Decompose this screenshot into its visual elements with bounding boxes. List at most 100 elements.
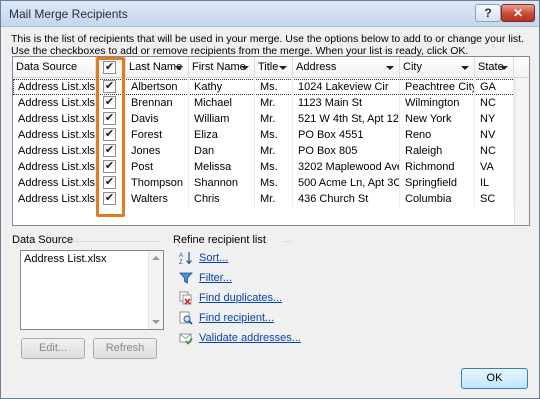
data-source-scrollbar[interactable]	[148, 251, 163, 329]
table-row[interactable]: Address List.xlsx Brennan Michael Mr. 1123 M…	[13, 95, 529, 111]
mail-merge-recipients-dialog: Mail Merge Recipients ? ✕ This is the li…	[0, 0, 540, 399]
recipient-checkbox[interactable]: ✔	[103, 112, 116, 125]
cell-last-name: Forest	[126, 127, 189, 143]
data-source-list[interactable]: Address List.xlsx	[20, 250, 164, 330]
cell-data-source: Address List.xlsx	[13, 191, 96, 207]
cell-first-name: William	[189, 111, 255, 127]
recipient-checkbox[interactable]: ✔	[103, 176, 116, 189]
cell-first-name: Melissa	[189, 159, 255, 175]
divider	[73, 241, 161, 242]
instructions-text: This is the list of recipients that will…	[11, 33, 525, 57]
table-row[interactable]: Address List.xlsx Walters Chris Mr. 436 Chur…	[13, 191, 529, 207]
dropdown-arrow-icon[interactable]	[175, 66, 183, 70]
select-all-checkbox[interactable]: ✔	[103, 61, 116, 74]
cell-first-name: Michael	[189, 95, 255, 111]
data-source-list-item[interactable]: Address List.xlsx	[24, 253, 107, 265]
cell-title: Ms.	[255, 127, 293, 143]
table-row[interactable]: Address List.xlsx Davis William Mr. 521 W 4t…	[13, 111, 529, 127]
edit-button[interactable]: Edit...	[21, 338, 85, 359]
cell-title: Mr.	[255, 191, 293, 207]
find-recipient-icon	[179, 311, 193, 325]
dropdown-arrow-icon[interactable]	[386, 66, 394, 70]
cell-title: Ms.	[255, 79, 293, 95]
cell-last-name: Thompson	[126, 175, 189, 191]
dropdown-arrow-icon[interactable]	[500, 66, 508, 70]
dropdown-arrow-icon[interactable]	[279, 66, 287, 70]
recipient-checkbox[interactable]: ✔	[103, 80, 116, 93]
table-row[interactable]: Address List.xlsx Thompson Shannon Ms. 500 A…	[13, 175, 529, 191]
recipient-checkbox[interactable]: ✔	[103, 160, 116, 173]
cell-city: Wilmington	[400, 95, 475, 111]
cell-last-name: Albertson	[126, 79, 189, 95]
cell-address: 521 W 4th St, Apt 121	[293, 111, 400, 127]
cell-state: NV	[475, 127, 514, 143]
cell-data-source: Address List.xlsx	[13, 143, 96, 159]
column-header-last-name[interactable]: Last Name	[126, 57, 189, 78]
column-header-first-name[interactable]: First Name	[189, 57, 255, 78]
cell-data-source: Address List.xlsx	[13, 159, 96, 175]
cell-data-source: Address List.xlsx	[13, 95, 96, 111]
column-header-city[interactable]: City	[400, 57, 475, 78]
cell-data-source: Address List.xlsx	[13, 111, 96, 127]
grid-scrollbar[interactable]	[514, 78, 529, 225]
cell-first-name: Eliza	[189, 127, 255, 143]
cell-state: NC	[475, 143, 514, 159]
cell-address: 1024 Lakeview Cir	[293, 79, 400, 95]
cell-first-name: Shannon	[189, 175, 255, 191]
cell-last-name: Brennan	[126, 95, 189, 111]
column-header-select-all[interactable]: ✔	[96, 57, 126, 78]
ok-button[interactable]: OK	[461, 368, 528, 389]
scroll-up-icon[interactable]	[152, 256, 160, 260]
recipient-checkbox[interactable]: ✔	[103, 144, 116, 157]
scroll-down-icon[interactable]	[152, 320, 160, 324]
close-button[interactable]: ✕	[501, 4, 535, 22]
recipient-checkbox[interactable]: ✔	[103, 96, 116, 109]
find-recipient-link[interactable]: Find recipient...	[199, 312, 274, 324]
cell-title: Ms.	[255, 159, 293, 175]
cell-first-name: Chris	[189, 191, 255, 207]
dropdown-arrow-icon[interactable]	[461, 66, 469, 70]
cell-state: IL	[475, 175, 514, 191]
cell-address: 1123 Main St	[293, 95, 400, 111]
find-duplicates-icon	[179, 291, 192, 305]
column-header-state[interactable]: State	[475, 57, 514, 78]
svg-text:A: A	[179, 253, 183, 259]
table-row[interactable]: Address List.xlsx Post Melissa Ms. 3202 Mapl…	[13, 159, 529, 175]
divider	[284, 241, 291, 242]
cell-city: Springfield	[400, 175, 475, 191]
cell-last-name: Jones	[126, 143, 189, 159]
data-source-label: Data Source	[12, 234, 74, 246]
recipient-checkbox[interactable]: ✔	[103, 192, 116, 205]
column-header-title[interactable]: Title	[255, 57, 293, 78]
dialog-title: Mail Merge Recipients	[9, 7, 128, 21]
column-header-data-source[interactable]: Data Source	[13, 57, 96, 78]
dropdown-arrow-icon[interactable]	[241, 66, 249, 70]
cell-city: Columbia	[400, 191, 475, 207]
cell-address: PO Box 805	[293, 143, 400, 159]
cell-address: 436 Church St	[293, 191, 400, 207]
recipient-checkbox[interactable]: ✔	[103, 128, 116, 141]
cell-data-source: Address List.xlsx	[13, 127, 96, 143]
filter-link[interactable]: Filter...	[199, 272, 232, 284]
sort-link[interactable]: Sort...	[199, 252, 228, 264]
cell-first-name: Dan	[189, 143, 255, 159]
validate-addresses-icon	[179, 333, 193, 345]
recipients-grid: Data Source ✔ Last Name First Name Title…	[12, 56, 530, 226]
validate-addresses-link[interactable]: Validate addresses...	[199, 332, 301, 344]
cell-city: Peachtree City	[400, 79, 475, 95]
cell-last-name: Davis	[126, 111, 189, 127]
refresh-button[interactable]: Refresh	[93, 338, 157, 359]
cell-title: Mr.	[255, 95, 293, 111]
cell-last-name: Walters	[126, 191, 189, 207]
cell-title: Ms.	[255, 175, 293, 191]
cell-city: New York	[400, 111, 475, 127]
cell-state: NC	[475, 95, 514, 111]
help-button[interactable]: ?	[475, 4, 501, 22]
table-row[interactable]: Address List.xlsx Albertson Kathy Ms. 1024 L…	[13, 79, 529, 95]
find-duplicates-link[interactable]: Find duplicates...	[199, 292, 282, 304]
table-row[interactable]: Address List.xlsx Forest Eliza Ms. PO Box 45…	[13, 127, 529, 143]
column-header-address[interactable]: Address	[293, 57, 400, 78]
cell-title: Mr.	[255, 111, 293, 127]
table-row[interactable]: Address List.xlsx Jones Dan Mr. PO Box 805 Ra…	[13, 143, 529, 159]
cell-first-name: Kathy	[189, 79, 255, 95]
